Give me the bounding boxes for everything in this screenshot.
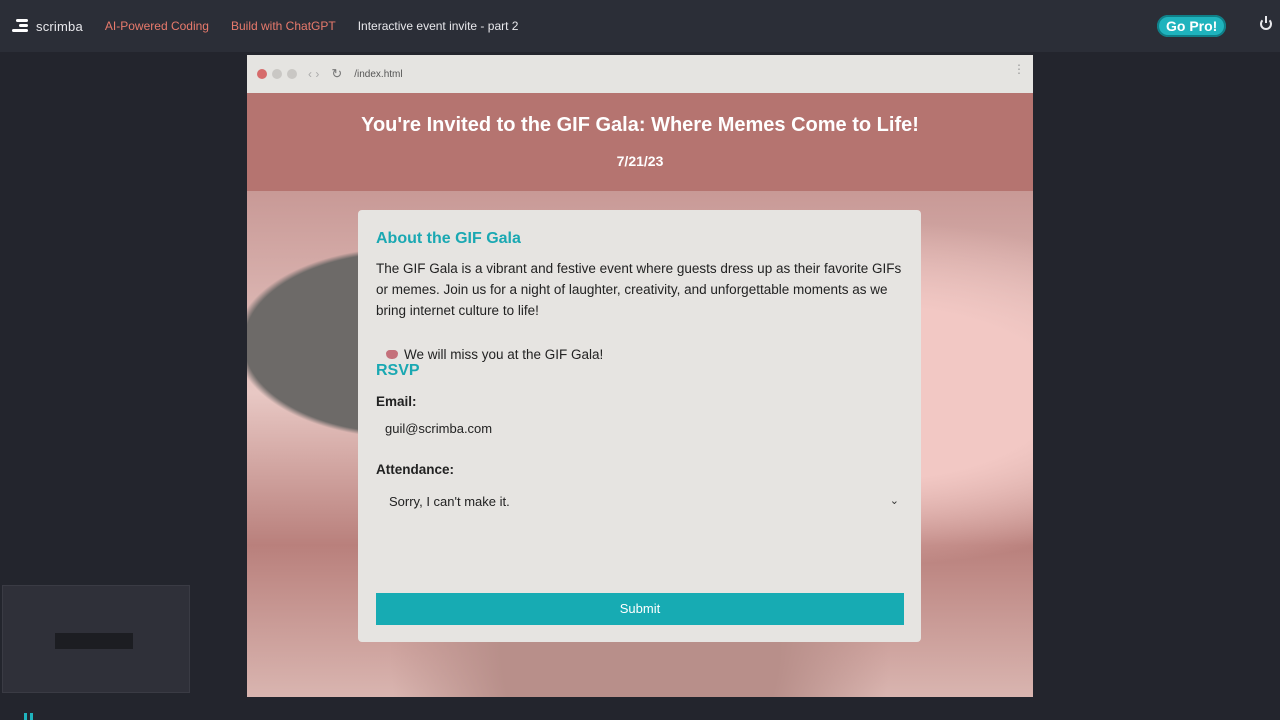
top-nav: scrimba AI-Powered Coding Build with Cha… <box>0 0 1280 52</box>
invite-header: You're Invited to the GIF Gala: Where Me… <box>247 93 1033 191</box>
attendance-select[interactable]: Sorry, I can't make it. ⌄ <box>376 494 903 514</box>
page-title: You're Invited to the GIF Gala: Where Me… <box>361 114 919 136</box>
scrimba-logo[interactable]: scrimba <box>10 19 83 34</box>
invite-card: About the GIF Gala The GIF Gala is a vib… <box>358 210 921 642</box>
breadcrumb-lesson: Interactive event invite - part 2 <box>357 19 519 33</box>
go-pro-button[interactable]: Go Pro! <box>1157 15 1227 37</box>
event-date: 7/21/23 <box>616 153 664 169</box>
video-overlay <box>55 633 133 649</box>
breadcrumb-module[interactable]: Build with ChatGPT <box>231 19 336 33</box>
submit-button[interactable]: Submit <box>376 593 904 625</box>
reload-icon[interactable]: ↻ <box>331 66 342 82</box>
more-icon[interactable]: ⋮ <box>1013 63 1025 75</box>
instructor-video[interactable] <box>2 585 190 693</box>
power-icon[interactable] <box>1260 16 1272 30</box>
window-dot-close <box>257 69 267 79</box>
email-field[interactable]: guil@scrimba.com <box>376 421 903 436</box>
rsvp-heading: RSVP <box>376 362 420 379</box>
nav-arrows-icon[interactable]: ‹ › <box>308 67 319 81</box>
about-text: The GIF Gala is a vibrant and festive ev… <box>376 261 902 318</box>
window-dot-min <box>272 69 282 79</box>
window-dot-max <box>287 69 297 79</box>
chevron-down-icon: ⌄ <box>889 495 899 507</box>
status-message: We will miss you at the GIF Gala! <box>376 347 903 362</box>
heart-icon <box>386 350 398 359</box>
scrimba-logo-icon <box>10 19 28 33</box>
pause-icon[interactable] <box>24 713 34 720</box>
url-bar[interactable]: /index.html <box>354 69 402 80</box>
about-heading: About the GIF Gala <box>376 230 521 247</box>
browser-preview: ‹ › ↻ /index.html ⋮ You're Invited to th… <box>247 55 1033 697</box>
email-label: Email: <box>376 394 417 409</box>
attendance-select-value: Sorry, I can't make it. <box>389 494 510 509</box>
attendance-label: Attendance: <box>376 462 455 477</box>
breadcrumb-course[interactable]: AI-Powered Coding <box>105 19 209 33</box>
browser-toolbar: ‹ › ↻ /index.html ⋮ <box>247 55 1033 93</box>
status-message-text: We will miss you at the GIF Gala! <box>404 347 604 362</box>
logo-text: scrimba <box>36 18 83 34</box>
